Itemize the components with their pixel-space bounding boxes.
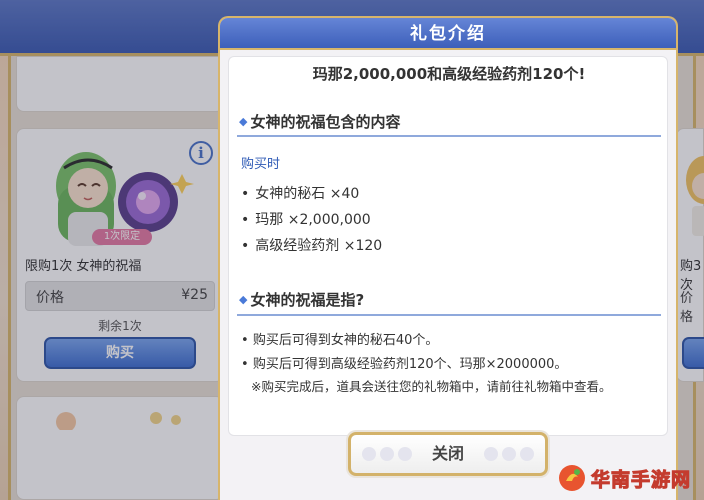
bullet-icon: •: [241, 186, 250, 202]
section-divider: [237, 135, 661, 137]
section-contents-label: 女神的祝福包含的内容: [250, 113, 401, 131]
dialog-header: 礼包介绍: [220, 18, 676, 50]
dialog-content[interactable]: 玛那2,000,000和高级经验药剂120个! ◆ 女神的祝福包含的内容 购买时 …: [228, 56, 668, 436]
diamond-icon: ◆: [239, 115, 248, 128]
description-line: • 购买后可得到高级经验药剂120个、玛那×2000000。: [241, 353, 567, 372]
purchase-label: 购买时: [241, 157, 281, 172]
section-definition-label: 女神的祝福是指?: [250, 291, 365, 309]
item-text: 女神的秘石 ×40: [255, 186, 360, 202]
list-item: • 玛那 ×2,000,000: [241, 209, 371, 229]
close-button[interactable]: 关闭: [348, 432, 548, 476]
bundle-info-dialog: 礼包介绍 玛那2,000,000和高级经验药剂120个! ◆ 女神的祝福包含的内容…: [218, 16, 678, 500]
item-text: 高级经验药剂 ×120: [255, 238, 383, 254]
watermark-text: 华南手游网: [590, 469, 692, 492]
dialog-title: 礼包介绍: [410, 24, 486, 44]
section-definition-title: ◆ 女神的祝福是指?: [239, 289, 364, 310]
description-line: • 购买后可得到女神的秘石40个。: [241, 329, 438, 348]
bullet-icon: •: [241, 238, 250, 254]
bullet-icon: •: [241, 333, 249, 348]
site-watermark: 华南手游网: [557, 461, 702, 495]
bullet-icon: •: [241, 357, 249, 372]
bundle-headline: 玛那2,000,000和高级经验药剂120个!: [312, 65, 586, 83]
item-text: 玛那 ×2,000,000: [255, 212, 371, 228]
close-label: 关闭: [431, 444, 464, 463]
bullet-icon: •: [241, 212, 250, 228]
section-divider: [237, 314, 661, 316]
diamond-icon: ◆: [239, 293, 248, 306]
delivery-note: ※购买完成后，道具会送往您的礼物箱中，请前往礼物箱中查看。: [251, 379, 612, 394]
list-item: • 女神的秘石 ×40: [241, 183, 359, 203]
section-contents-title: ◆ 女神的祝福包含的内容: [239, 111, 400, 132]
description-text: 购买后可得到女神的秘石40个。: [252, 333, 439, 348]
description-text: 购买后可得到高级经验药剂120个、玛那×2000000。: [252, 357, 568, 372]
list-item: • 高级经验药剂 ×120: [241, 235, 382, 255]
watermark-logo-icon: [559, 465, 585, 491]
